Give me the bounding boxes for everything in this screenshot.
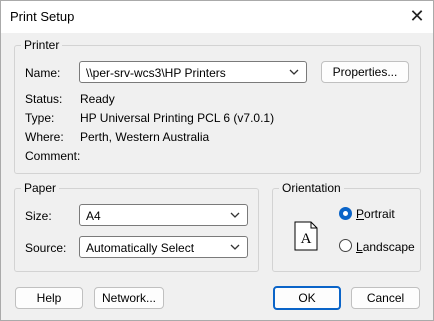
status-value: Ready	[80, 92, 115, 106]
portrait-page-icon: A	[294, 221, 318, 251]
close-icon[interactable]: ✕	[403, 2, 431, 30]
comment-label: Comment:	[25, 149, 81, 163]
portrait-radio[interactable]	[339, 207, 352, 220]
ok-button[interactable]: OK	[273, 286, 341, 310]
print-setup-dialog: Print Setup ✕ Printer Name: \\per-srv-wc…	[0, 0, 434, 321]
properties-button[interactable]: Properties...	[321, 61, 409, 83]
help-button-label: Help	[36, 291, 62, 305]
help-button[interactable]: Help	[15, 287, 83, 309]
paper-group: Paper	[14, 181, 259, 272]
printer-name-value: \\per-srv-wcs3\HP Printers	[86, 66, 226, 80]
properties-button-label: Properties...	[332, 65, 398, 79]
network-button[interactable]: Network...	[94, 287, 164, 309]
paper-size-dropdown[interactable]: A4	[79, 204, 248, 226]
printer-group-label: Printer	[21, 38, 63, 52]
type-value: HP Universal Printing PCL 6 (v7.0.1)	[80, 111, 275, 125]
orientation-group-label: Orientation	[279, 181, 344, 195]
printer-name-dropdown[interactable]: \\per-srv-wcs3\HP Printers	[79, 61, 307, 83]
landscape-radio[interactable]	[339, 239, 352, 252]
where-label: Where:	[25, 130, 64, 144]
landscape-label[interactable]: Landscape	[356, 240, 415, 254]
chevron-down-icon	[230, 244, 240, 250]
window-title: Print Setup	[10, 9, 75, 24]
source-label: Source:	[25, 241, 67, 255]
printer-name-label: Name:	[25, 66, 61, 80]
type-label: Type:	[25, 111, 55, 125]
landscape-label-rest: andscape	[362, 240, 415, 254]
portrait-label[interactable]: Portrait	[356, 207, 395, 221]
paper-group-label: Paper	[21, 181, 60, 195]
where-value: Perth, Western Australia	[80, 130, 210, 144]
chevron-down-icon	[230, 212, 240, 218]
page-preview-letter: A	[301, 231, 312, 247]
paper-size-value: A4	[86, 209, 101, 223]
network-button-label: Network...	[101, 291, 156, 305]
size-label: Size:	[25, 209, 52, 223]
chevron-down-icon	[289, 69, 299, 75]
status-label: Status:	[25, 92, 63, 106]
paper-source-dropdown[interactable]: Automatically Select	[79, 236, 248, 258]
title-bar: Print Setup ✕	[1, 1, 433, 33]
cancel-button-label: Cancel	[366, 291, 405, 305]
cancel-button[interactable]: Cancel	[351, 287, 420, 309]
paper-source-value: Automatically Select	[86, 241, 195, 255]
portrait-label-rest: ortrait	[364, 207, 395, 221]
ok-button-label: OK	[298, 291, 316, 305]
